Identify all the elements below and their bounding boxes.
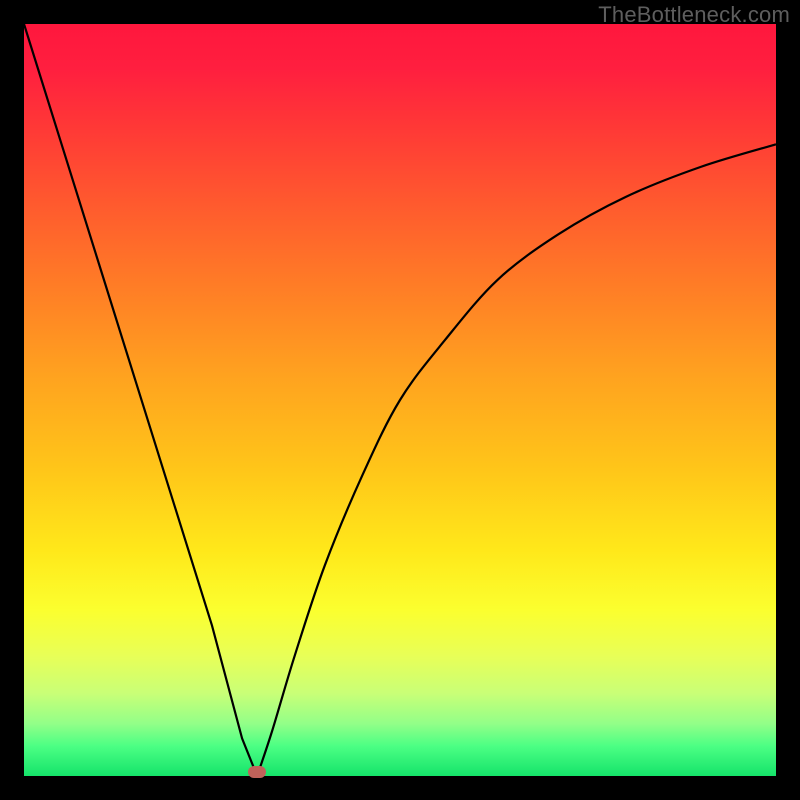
minimum-marker [248,766,266,778]
right-branch-path [257,144,776,776]
watermark-text: TheBottleneck.com [598,2,790,28]
curve-svg [24,24,776,776]
plot-area [24,24,776,776]
chart-frame: TheBottleneck.com [0,0,800,800]
left-branch-path [24,24,257,776]
